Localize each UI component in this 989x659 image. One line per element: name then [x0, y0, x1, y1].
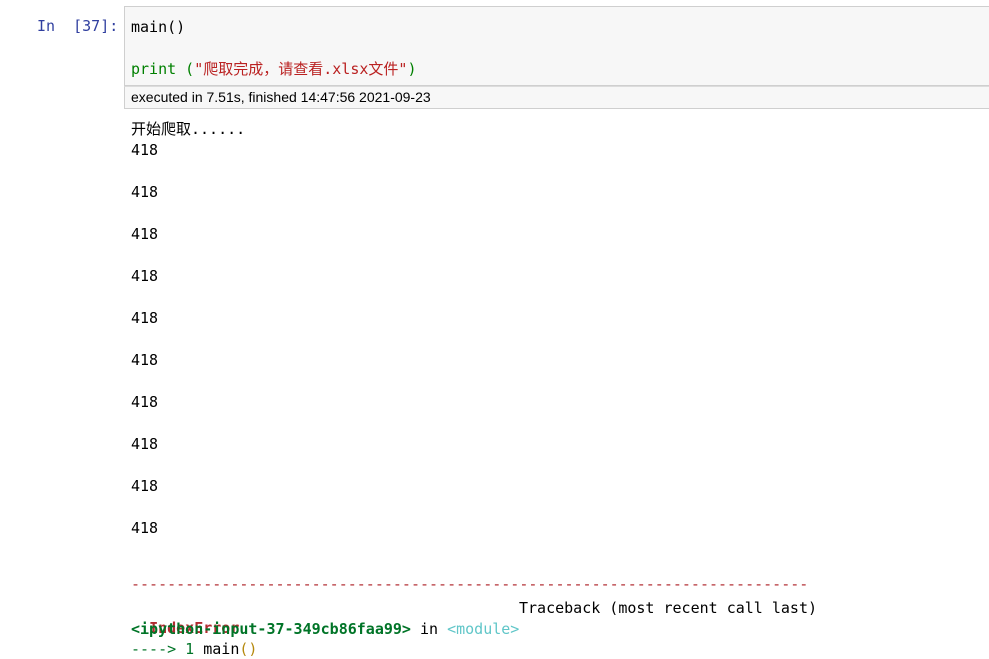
- traceback-arrow-parens: (): [239, 640, 258, 658]
- input-prompt: In [37]:: [37, 17, 119, 35]
- output-line: 418: [131, 309, 159, 327]
- output-line: 418: [131, 435, 159, 453]
- traceback-label: Traceback (most recent call last): [519, 599, 818, 617]
- traceback-module-ref: <module>: [447, 620, 520, 638]
- code-input-area[interactable]: main() print ("爬取完成，请查看.xlsx文件"): [124, 6, 989, 86]
- output-line: 418: [131, 393, 159, 411]
- open-paren: (: [176, 60, 195, 78]
- output-line: 418: [131, 225, 159, 243]
- traceback-location: <ipython-input-37-349cb86faa99> in <modu…: [131, 619, 519, 639]
- traceback-arrow-line: ----> 1 main(): [131, 639, 257, 659]
- output-line: 418: [131, 141, 159, 159]
- output-start-text: 开始爬取......: [131, 120, 246, 138]
- code-line-main-call: main(): [131, 18, 186, 36]
- traceback-separator: ----------------------------------------…: [131, 575, 809, 593]
- traceback-arrow-code: main: [203, 640, 240, 658]
- output-line: 418: [131, 351, 159, 369]
- string-literal: "爬取完成，请查看.xlsx文件": [194, 60, 408, 78]
- output-line: 418: [131, 267, 159, 285]
- close-paren: ): [407, 60, 417, 78]
- output-line: 418: [131, 183, 159, 201]
- traceback-arrow: ----> 1: [131, 640, 204, 658]
- code-line-print: print ("爬取完成，请查看.xlsx文件"): [131, 59, 416, 79]
- execution-time-info: executed in 7.51s, finished 14:47:56 202…: [124, 86, 989, 109]
- traceback-file-ref: <ipython-input-37-349cb86faa99>: [131, 620, 411, 638]
- output-line: 418: [131, 519, 159, 537]
- print-keyword: print: [131, 60, 177, 78]
- traceback-in-word: in: [410, 620, 448, 638]
- output-line: 418: [131, 477, 159, 495]
